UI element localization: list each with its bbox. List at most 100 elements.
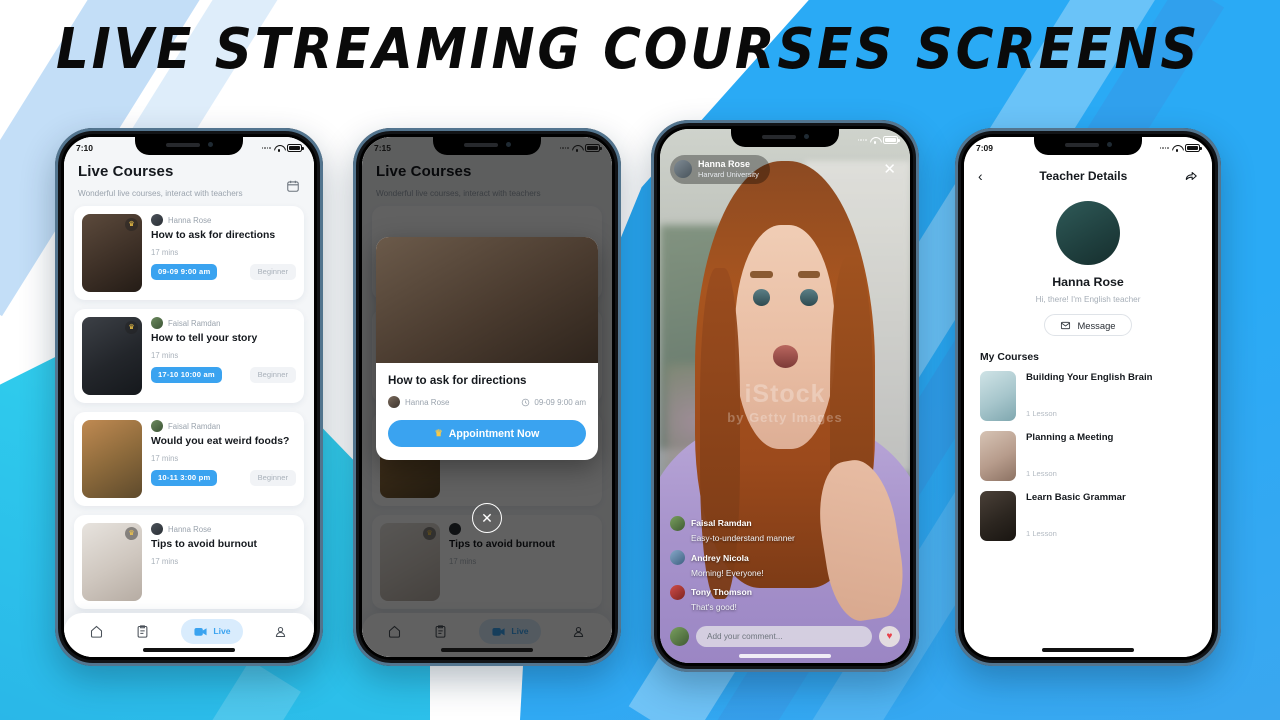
notch: [1034, 134, 1142, 155]
phone-4-teacher-details: 7:09 ‹ Teacher Details Hanna Rose Hi, th…: [955, 128, 1221, 666]
status-icons: [559, 144, 602, 152]
list-item[interactable]: Learn Basic Grammar 1 Lesson: [980, 491, 1196, 541]
calendar-icon[interactable]: [286, 179, 300, 193]
comment-composer: Add your comment... ♥: [670, 626, 900, 647]
chat-message-head: Andrey Nicola: [670, 550, 900, 565]
list-item[interactable]: Planning a Meeting 1 Lesson: [980, 431, 1196, 481]
broadcaster-chip[interactable]: Hanna Rose Harvard University: [670, 155, 770, 184]
close-icon[interactable]: ✕: [879, 160, 900, 179]
course-duration: 17 mins: [151, 247, 179, 257]
avatar: [151, 420, 163, 432]
modal-title: How to ask for directions: [388, 374, 527, 387]
teacher-details-app: 7:09 ‹ Teacher Details Hanna Rose Hi, th…: [964, 137, 1212, 657]
course-card[interactable]: ♛ Hanna Rose How to ask for directions 1…: [74, 206, 304, 300]
avatar: [151, 317, 163, 329]
teacher-row[interactable]: Faisal Ramdan: [151, 420, 296, 432]
page-title: Teacher Details: [1039, 169, 1128, 183]
course-footer: 09-09 9:00 am Beginner: [151, 263, 296, 280]
signal-icon: [261, 147, 271, 149]
nav-bar: ‹ Teacher Details: [964, 159, 1212, 193]
modal-time-text: 09-09 9:00 am: [534, 397, 586, 407]
chat-author: Andrey Nicola: [691, 552, 749, 563]
message-button-label: Message: [1077, 319, 1116, 331]
battery-icon: [585, 144, 602, 152]
teacher-name: Hanna Rose: [168, 215, 212, 225]
tab-live-label: Live: [213, 626, 231, 636]
avatar: [670, 627, 689, 646]
appointment-now-button[interactable]: ♛ Appointment Now: [388, 420, 586, 447]
course-name: Learn Basic Grammar: [1026, 492, 1126, 503]
phone-2-appointment-modal: 7:15 Live Courses Wonderful live courses…: [353, 128, 621, 666]
message-button[interactable]: Message: [1044, 314, 1132, 336]
teacher-row[interactable]: Faisal Ramdan: [151, 317, 296, 329]
avatar: [670, 550, 685, 565]
course-date-badge: 10-11 3:00 pm: [151, 469, 218, 486]
status-time: 7:10: [76, 143, 94, 153]
phone-2-bezel: 7:15 Live Courses Wonderful live courses…: [359, 134, 615, 660]
teacher-name: Hanna Rose: [1052, 275, 1124, 289]
modal-body: How to ask for directions Hanna Rose 09-: [376, 363, 598, 460]
wifi-icon: [870, 136, 880, 144]
notch: [135, 134, 243, 155]
wifi-icon: [274, 144, 284, 152]
teacher-row[interactable]: Hanna Rose: [151, 523, 296, 535]
my-courses-list[interactable]: Building Your English Brain 1 Lesson Pla…: [964, 363, 1212, 551]
course-footer: 17-10 10:00 am Beginner: [151, 366, 296, 383]
phone-2-screen: 7:15 Live Courses Wonderful live courses…: [362, 137, 612, 657]
modal-time: 09-09 9:00 am: [521, 398, 586, 407]
status-time: 7:09: [976, 143, 994, 153]
tab-live[interactable]: Live: [181, 618, 243, 644]
phone-3-bezel: iStock by Getty Images Hanna Rose Harvar…: [657, 126, 913, 666]
back-icon[interactable]: ‹: [978, 169, 983, 183]
broadcaster-org: Harvard University: [698, 170, 759, 180]
status-time: 7:15: [374, 143, 392, 153]
course-card[interactable]: ♛ Hanna Rose Tips to avoid burnout 17 mi…: [74, 515, 304, 609]
teacher-avatar: [1056, 201, 1120, 265]
tab-home[interactable]: [89, 624, 104, 639]
phone-1-screen: 7:10 Live Courses Wonderful live courses…: [64, 137, 314, 657]
tab-notes[interactable]: [135, 624, 150, 639]
course-duration: 17 mins: [151, 453, 179, 463]
teacher-name: Faisal Ramdan: [168, 421, 221, 431]
chat-message-head: Faisal Ramdan: [670, 515, 900, 531]
course-info: Faisal Ramdan Would you eat weird foods?…: [151, 420, 296, 498]
teacher-row[interactable]: Hanna Rose: [151, 214, 296, 226]
live-courses-app: 7:10 Live Courses Wonderful live courses…: [64, 137, 314, 657]
phone-3-screen: iStock by Getty Images Hanna Rose Harvar…: [660, 129, 910, 663]
chat-message: Tony Thomson That's good!: [670, 584, 900, 612]
heart-icon[interactable]: ♥: [879, 626, 900, 647]
phone-1-live-courses: 7:10 Live Courses Wonderful live courses…: [55, 128, 323, 666]
page-subtitle: Wonderful live courses, interact with te…: [78, 189, 243, 198]
course-duration: 17 mins: [151, 350, 179, 360]
course-duration: 17 mins: [151, 556, 179, 566]
course-date-badge: 17-10 10:00 am: [151, 366, 222, 383]
avatar: [151, 214, 163, 226]
course-info: Planning a Meeting 1 Lesson: [1026, 431, 1196, 481]
comment-input[interactable]: Add your comment...: [696, 626, 872, 647]
close-modal-button[interactable]: ✕: [472, 503, 502, 533]
battery-icon: [883, 136, 900, 144]
course-thumbnail: ♛: [82, 317, 142, 395]
list-item[interactable]: Building Your English Brain 1 Lesson: [980, 371, 1196, 421]
avatar: [151, 523, 163, 535]
status-icons: [261, 144, 304, 152]
crown-icon: ♛: [434, 428, 443, 438]
course-name: Building Your English Brain: [1026, 372, 1153, 383]
avatar: [670, 584, 685, 600]
course-date-badge: 09-09 9:00 am: [151, 263, 218, 280]
tab-profile[interactable]: [273, 624, 288, 639]
course-thumbnail: [980, 431, 1016, 481]
home-indicator: [143, 648, 235, 652]
course-list[interactable]: ♛ Hanna Rose How to ask for directions 1…: [64, 198, 314, 657]
wifi-icon: [1172, 144, 1182, 152]
course-card[interactable]: Faisal Ramdan Would you eat weird foods?…: [74, 412, 304, 506]
home-icon: [91, 625, 103, 638]
appointment-now-label: Appointment Now: [448, 427, 540, 440]
course-card[interactable]: ♛ Faisal Ramdan How to tell your story 1…: [74, 309, 304, 403]
avatar: [674, 160, 692, 179]
share-icon[interactable]: [1184, 169, 1198, 183]
live-stream-view: iStock by Getty Images Hanna Rose Harvar…: [660, 129, 910, 663]
chat-author: Tony Thomson: [691, 587, 752, 597]
teacher-name: Faisal Ramdan: [168, 318, 221, 328]
teacher-bio: Hi, there! I'm English teacher: [1035, 295, 1141, 304]
